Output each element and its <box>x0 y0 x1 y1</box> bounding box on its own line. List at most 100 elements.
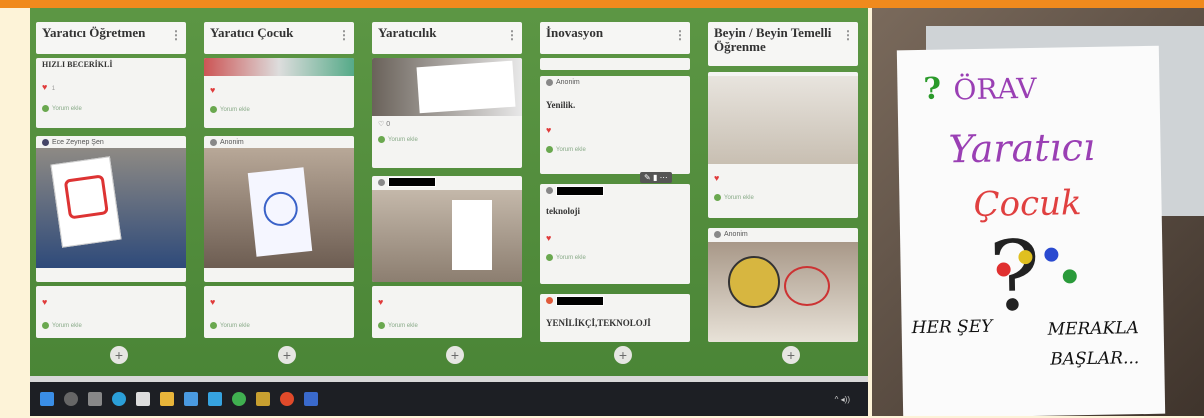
heart-outline-icon[interactable]: ♡ <box>378 121 384 128</box>
heart-icon[interactable]: ♥ <box>546 233 551 243</box>
post-card[interactable]: ♥ Yorum ekle <box>204 286 354 338</box>
post-card[interactable]: Ece Zeynep Şen <box>36 136 186 282</box>
post-photo <box>204 148 354 268</box>
like-row[interactable]: ♥ 1 <box>36 71 186 97</box>
drawing-shape <box>784 266 830 306</box>
column-header[interactable]: İnovasyon ⋮ <box>540 22 690 54</box>
comment-row[interactable]: Yorum ekle <box>708 188 858 207</box>
comment-row[interactable]: Yorum ekle <box>36 316 186 335</box>
spotify-icon[interactable] <box>232 392 246 406</box>
avatar <box>546 187 553 194</box>
delete-icon[interactable]: ▮ <box>653 173 657 182</box>
comment-icon <box>378 322 385 329</box>
post-text: teknoloji <box>546 206 581 216</box>
avatar <box>546 78 553 86</box>
like-row[interactable]: ♥ <box>36 286 186 316</box>
heart-icon[interactable]: ♥ <box>546 125 551 135</box>
post-card[interactable]: YENİLİKÇİ,TEKNOLOJİ <box>540 294 690 342</box>
column-yaratici-ogretmen: Yaratıcı Öğretmen ⋮ HIZLI BECERİKLİ ♥ 1 Y… <box>36 22 186 372</box>
add-post-button[interactable]: + <box>782 346 800 364</box>
column-header[interactable]: Yaratıcı Çocuk ⋮ <box>204 22 354 54</box>
window-icon[interactable] <box>304 392 318 406</box>
like-row[interactable]: ♥ <box>372 286 522 316</box>
comment-row[interactable]: Yorum ekle <box>372 130 522 149</box>
post-photo <box>708 242 858 342</box>
system-tray[interactable]: ^ ◂)) <box>835 395 850 404</box>
post-card[interactable]: ♥ Yorum ekle <box>204 58 354 128</box>
post-card[interactable] <box>372 176 522 282</box>
post-author <box>540 294 690 306</box>
comment-label: Yorum ekle <box>724 194 754 201</box>
post-card[interactable]: Anonim Yenilik. ♥ Yorum ekle <box>540 76 690 174</box>
drawing-shape <box>63 174 109 220</box>
comment-label: Yorum ekle <box>52 322 82 329</box>
post-card[interactable]: ♥ Yorum ekle <box>36 286 186 338</box>
more-icon[interactable]: ⋮ <box>170 28 182 42</box>
heart-icon[interactable]: ♥ <box>42 297 47 307</box>
column-yaraticilik: Yaratıcılık ⋮ ♡ 0 Yorum ekle ♥ Yorum ekle <box>372 22 522 372</box>
post-card[interactable] <box>540 58 690 70</box>
heart-icon[interactable]: ♥ <box>210 85 215 95</box>
heart-icon[interactable]: ♥ <box>378 297 383 307</box>
mail-icon[interactable] <box>184 392 198 406</box>
column-header[interactable]: Yaratıcılık ⋮ <box>372 22 522 54</box>
heart-icon[interactable]: ♥ <box>42 82 47 92</box>
folder-icon[interactable] <box>160 392 174 406</box>
comment-icon <box>210 106 217 113</box>
post-card[interactable]: ♥ Yorum ekle <box>708 72 858 218</box>
chrome-icon[interactable] <box>280 392 294 406</box>
edit-icon[interactable]: ✎ <box>644 173 651 182</box>
question-mark-icon: ? <box>923 71 942 107</box>
post-card[interactable]: Anonim <box>708 228 858 342</box>
edge-icon[interactable] <box>112 392 126 406</box>
comment-row[interactable]: Yorum ekle <box>540 140 690 159</box>
post-card[interactable]: HIZLI BECERİKLİ ♥ 1 Yorum ekle <box>36 58 186 128</box>
add-post-button[interactable]: + <box>110 346 128 364</box>
like-row[interactable]: ♥ <box>540 112 690 140</box>
search-icon[interactable] <box>64 392 78 406</box>
add-post-button[interactable]: + <box>614 346 632 364</box>
teams-icon[interactable] <box>208 392 222 406</box>
author-name: Anonim <box>220 138 244 146</box>
poster-line-baslar: BAŞLAR... <box>1050 348 1140 370</box>
like-row[interactable]: ♥ <box>540 218 690 248</box>
comment-row[interactable]: Yorum ekle <box>540 248 690 267</box>
comment-label: Yorum ekle <box>556 254 586 261</box>
post-card[interactable]: teknoloji ♥ Yorum ekle <box>540 184 690 284</box>
more-icon[interactable]: ⋮ <box>338 28 350 42</box>
padlet-board: Yaratıcı Öğretmen ⋮ HIZLI BECERİKLİ ♥ 1 Y… <box>30 8 868 382</box>
add-post-button[interactable]: + <box>446 346 464 364</box>
more-icon[interactable]: ⋯ <box>660 173 668 182</box>
comment-row[interactable]: Yorum ekle <box>36 97 186 120</box>
add-post-button[interactable]: + <box>278 346 296 364</box>
more-icon[interactable]: ⋮ <box>842 28 854 42</box>
more-icon[interactable]: ⋮ <box>674 28 686 42</box>
post-toolbar[interactable]: ✎ ▮ ⋯ <box>640 172 672 183</box>
column-title: Yaratıcı Öğretmen <box>42 25 146 40</box>
store-icon[interactable] <box>136 392 150 406</box>
comment-label: Yorum ekle <box>220 322 250 329</box>
heart-icon[interactable]: ♥ <box>210 297 215 307</box>
column-yaratici-cocuk: Yaratıcı Çocuk ⋮ ♥ Yorum ekle Anonim ♥ Yo… <box>204 22 354 372</box>
post-text: Yenilik. <box>546 100 576 110</box>
drawing-paper <box>247 167 313 257</box>
comment-label: Yorum ekle <box>220 106 250 113</box>
post-card[interactable]: ♡ 0 Yorum ekle <box>372 58 522 168</box>
comment-row[interactable]: Yorum ekle <box>204 316 354 335</box>
more-icon[interactable]: ⋮ <box>506 28 518 42</box>
comment-label: Yorum ekle <box>556 146 586 153</box>
comment-row[interactable]: Yorum ekle <box>204 100 354 119</box>
post-photo <box>372 190 522 282</box>
windows-icon[interactable] <box>40 392 54 406</box>
like-row[interactable]: ♥ <box>204 286 354 316</box>
column-header[interactable]: Beyin / Beyin Temelli Öğrenme ⋮ <box>708 22 858 66</box>
app-icon[interactable] <box>256 392 270 406</box>
column-title: Beyin / Beyin Temelli Öğrenme <box>714 25 832 54</box>
heart-icon[interactable]: ♥ <box>714 173 719 183</box>
post-card[interactable]: ♥ Yorum ekle <box>372 286 522 338</box>
comment-row[interactable]: Yorum ekle <box>372 316 522 335</box>
taskview-icon[interactable] <box>88 392 102 406</box>
comment-icon <box>546 146 553 153</box>
post-card[interactable]: Anonim <box>204 136 354 282</box>
column-header[interactable]: Yaratıcı Öğretmen ⋮ <box>36 22 186 54</box>
